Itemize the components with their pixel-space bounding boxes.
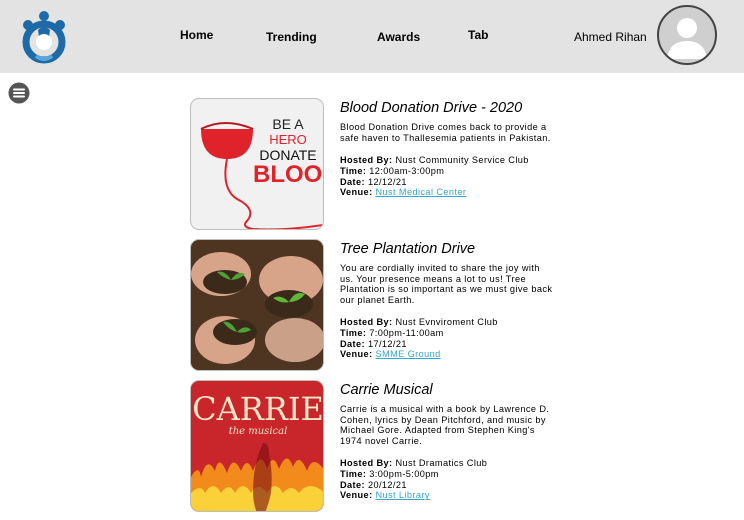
avatar[interactable] [657,5,717,65]
event-date: 12/12/21 [367,176,407,187]
event-date: 17/12/21 [367,338,407,349]
logo-icon[interactable] [18,8,70,64]
event-description: Blood Donation Drive comes back to provi… [340,122,551,143]
event-host: Nust Dramatics Club [395,458,488,468]
nav-trending[interactable]: Trending [266,30,317,44]
poster-title: CARRIE the musical [192,390,324,437]
event-description: You are cordially invited to share the j… [340,263,553,305]
event-image-tree[interactable] [190,239,324,371]
event-image-blood[interactable]: BE A HERO DONATE BLOOD [190,98,324,230]
nav-home[interactable]: Home [180,28,213,42]
event-card-tree: Tree Plantation Drive You are cordially … [340,241,555,360]
poster-text: BE A HERO DONATE BLOOD [253,116,323,188]
event-venue-link[interactable]: Nust Library [375,490,429,500]
event-card-blood: Blood Donation Drive - 2020 Blood Donati… [340,100,555,198]
nav-awards[interactable]: Awards [377,30,420,44]
event-title[interactable]: Carrie Musical [340,382,555,398]
event-title[interactable]: Tree Plantation Drive [340,241,555,257]
event-host: Nust Community Service Club [395,155,529,165]
plant-hands-icon [191,240,323,370]
nav-tab[interactable]: Tab [468,28,488,42]
event-description: Carrie is a musical with a book by Lawre… [340,404,550,446]
event-venue-link[interactable]: Nust Medical Center [375,187,466,197]
event-details: Hosted By: Nust Community Service Club T… [340,155,529,198]
event-time: 12:00am-3:00pm [369,165,445,176]
user-icon [667,18,707,59]
event-image-carrie[interactable]: CARRIE the musical [190,380,324,512]
event-details: Hosted By: Nust Dramatics Club Time: 3:0… [340,458,488,501]
top-navbar: Home Trending Awards Tab Ahmed Rihan [0,0,744,73]
menu-icon[interactable] [8,82,30,104]
event-card-carrie: Carrie Musical Carrie is a musical with … [340,382,555,501]
event-details: Hosted By: Nust Evnviroment Club Time: 7… [340,317,498,360]
event-venue-link[interactable]: SMME Ground [375,349,440,359]
event-time: 7:00pm-11:00am [369,327,444,338]
event-host: Nust Evnviroment Club [395,317,498,327]
event-title[interactable]: Blood Donation Drive - 2020 [340,100,555,116]
user-name: Ahmed Rihan [574,30,647,44]
event-time: 3:00pm-5:00pm [369,468,439,479]
event-date: 20/12/21 [367,479,407,490]
